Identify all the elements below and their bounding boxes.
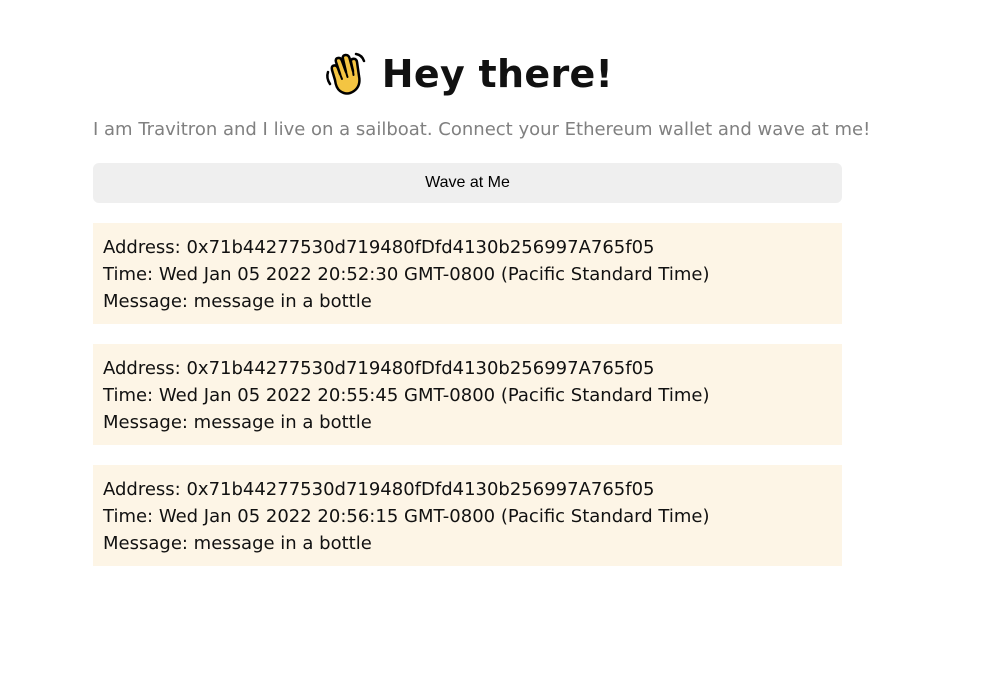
wave-time: Time: Wed Jan 05 2022 20:55:45 GMT-0800 … — [103, 385, 710, 406]
wave-address: Address: 0x71b44277530d719480fDfd4130b25… — [103, 237, 655, 258]
bio-text: I am Travitron and I live on a sailboat.… — [93, 119, 871, 140]
waving-hand-icon — [322, 50, 370, 98]
wave-address: Address: 0x71b44277530d719480fDfd4130b25… — [103, 479, 655, 500]
main-container: Hey there! I am Travitron and I live on … — [93, 0, 871, 586]
page-title: Hey there! — [381, 52, 614, 96]
wave-card: Address: 0x71b44277530d719480fDfd4130b25… — [93, 344, 842, 445]
wave-time: Time: Wed Jan 05 2022 20:56:15 GMT-0800 … — [103, 506, 710, 527]
wave-time: Time: Wed Jan 05 2022 20:52:30 GMT-0800 … — [103, 264, 710, 285]
wave-list: Address: 0x71b44277530d719480fDfd4130b25… — [93, 223, 842, 566]
wave-card: Address: 0x71b44277530d719480fDfd4130b25… — [93, 223, 842, 324]
wave-message: Message: message in a bottle — [103, 533, 372, 554]
wave-at-me-button[interactable]: Wave at Me — [93, 163, 842, 203]
wave-message: Message: message in a bottle — [103, 291, 372, 312]
wave-address: Address: 0x71b44277530d719480fDfd4130b25… — [103, 358, 655, 379]
wave-message: Message: message in a bottle — [103, 412, 372, 433]
wave-card: Address: 0x71b44277530d719480fDfd4130b25… — [93, 465, 842, 566]
page-header: Hey there! — [93, 48, 842, 100]
